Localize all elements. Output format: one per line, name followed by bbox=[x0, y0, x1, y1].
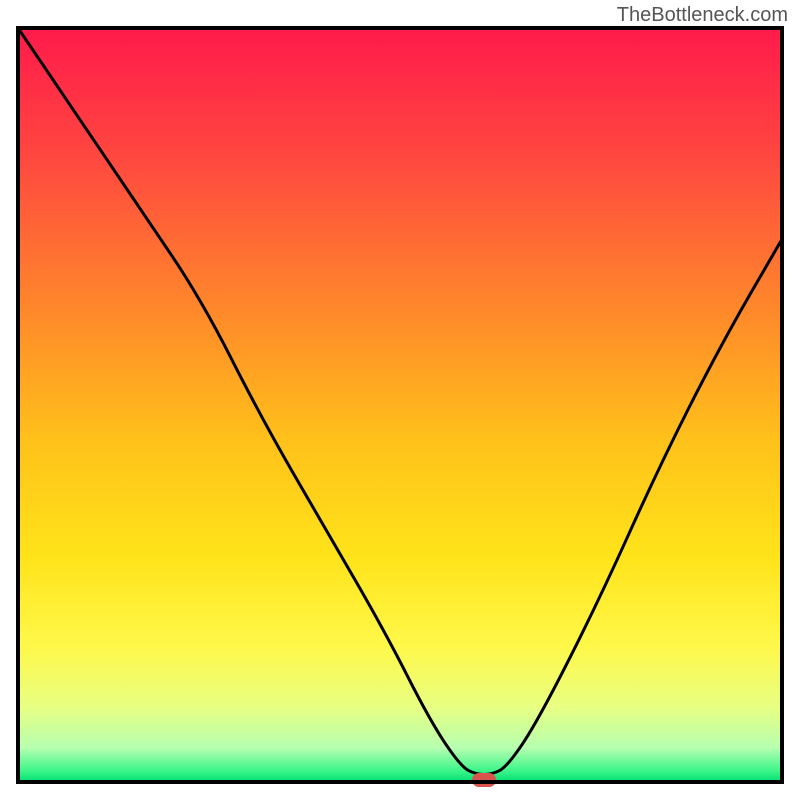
chart-container: TheBottleneck.com bbox=[0, 0, 800, 800]
bottleneck-chart bbox=[0, 0, 800, 800]
watermark-label: TheBottleneck.com bbox=[617, 4, 788, 27]
plot-background bbox=[18, 28, 782, 782]
